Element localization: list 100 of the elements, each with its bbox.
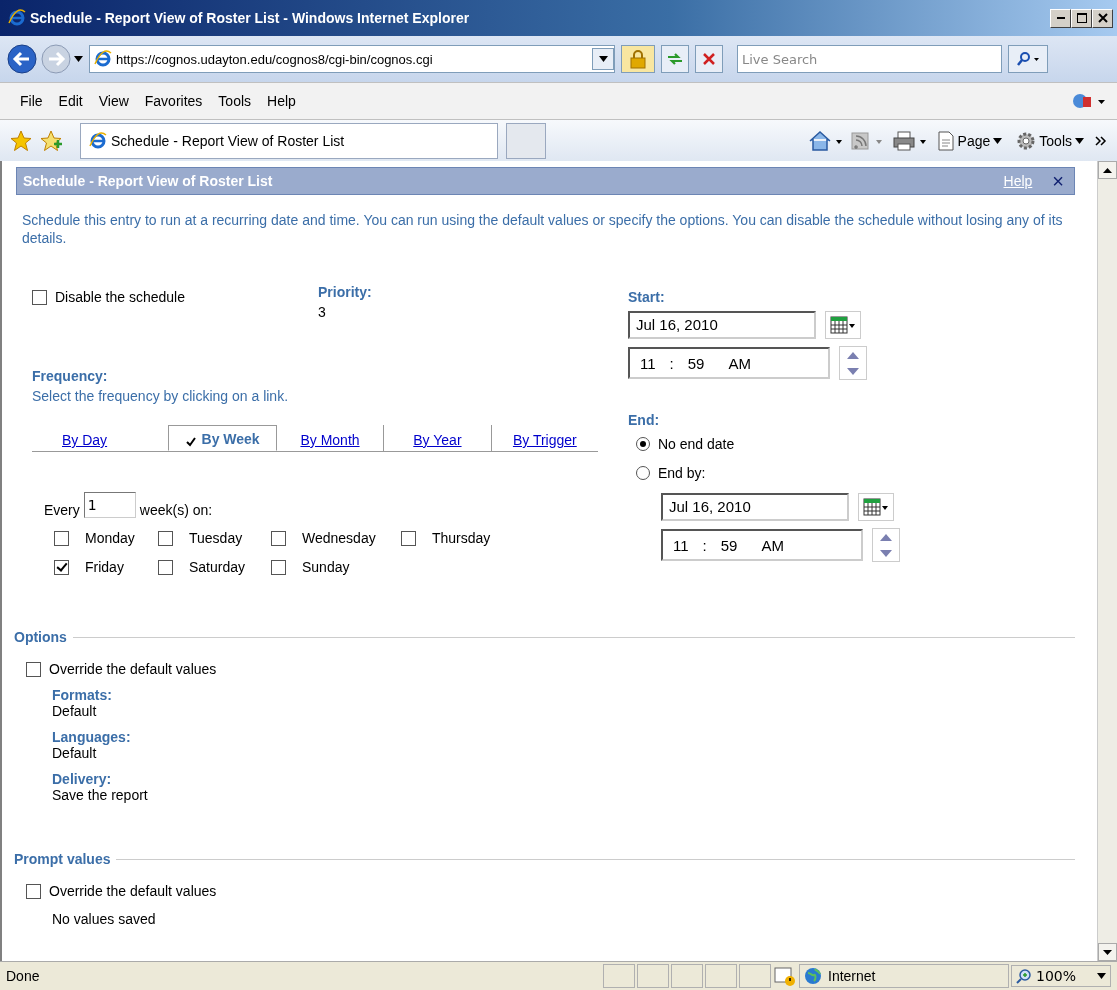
prompt-values-note: No values saved (52, 911, 157, 927)
scroll-up-button[interactable] (1098, 161, 1117, 179)
option-value: Save the report (52, 787, 149, 803)
stop-button[interactable] (695, 45, 723, 73)
favorites-star-icon[interactable] (10, 129, 32, 152)
date-field[interactable]: Jul 16, 2010 (661, 493, 849, 521)
up-triangle-icon (880, 533, 892, 541)
page-menu-button[interactable]: Page (933, 128, 1006, 153)
menu-item[interactable]: Tools (210, 91, 260, 111)
caret-icon (1097, 973, 1106, 979)
security-lock-button[interactable] (621, 45, 655, 73)
checkbox[interactable] (158, 530, 173, 546)
feeds-icon[interactable] (849, 129, 884, 152)
menu-item[interactable]: File (12, 91, 51, 111)
close-button[interactable] (1092, 8, 1113, 28)
frequency-hint: Select the frequency by clicking on a link. (32, 388, 290, 404)
search-button[interactable] (1008, 45, 1048, 73)
checkbox[interactable] (271, 559, 286, 575)
checkbox[interactable] (26, 883, 41, 899)
priority-value: 3 (318, 304, 327, 320)
start-label: Start: (628, 289, 666, 305)
time-field[interactable]: 11 : 59 AM (661, 529, 863, 561)
maximize-button[interactable] (1071, 8, 1092, 28)
address-text: https://cognos.udayton.edu/cognos8/cgi-bin/cognos.cgi (116, 51, 434, 67)
am-pm-value: AM (761, 536, 784, 554)
frequency-label: Frequency: (32, 368, 109, 384)
maximize-icon (1076, 13, 1087, 23)
minute-value: 59 (687, 354, 705, 372)
up-triangle-icon (1103, 167, 1112, 173)
interval-unit-label: week(s) on: (139, 502, 213, 518)
up-triangle-icon (847, 351, 859, 359)
frequency-tab[interactable]: By Year (383, 425, 491, 451)
priority-label: Priority: (318, 284, 372, 300)
frequency-tab[interactable]: By Trigger (490, 425, 599, 451)
minimize-button[interactable] (1050, 8, 1071, 28)
browser-tab[interactable]: Schedule - Report View of Roster List (80, 122, 498, 159)
date-field[interactable]: Jul 16, 2010 (628, 311, 816, 339)
window-title: Schedule - Report View of Roster List - Windows Internet Explorer (30, 10, 471, 26)
chevron-icon[interactable] (1095, 134, 1107, 147)
add-favorite-icon[interactable] (40, 129, 62, 152)
radio-button[interactable] (636, 437, 650, 451)
search-field[interactable]: Live Search (737, 45, 1002, 73)
dropdown-caret-icon[interactable] (74, 56, 83, 62)
tools-menu-button[interactable]: Tools (1013, 128, 1087, 153)
printer-icon[interactable] (891, 129, 926, 152)
frequency-tab[interactable]: By Day (32, 425, 169, 451)
refresh-arrows-icon (666, 51, 684, 67)
radio-label: No end date (658, 436, 735, 452)
hour-value: 11 (673, 536, 689, 554)
checkbox-label: Thursday (432, 530, 491, 546)
address-dropdown-button[interactable] (592, 48, 614, 70)
calendar-button[interactable] (858, 493, 894, 521)
panel-title: Schedule - Report View of Roster List (23, 173, 274, 189)
checkbox-label: Monday (85, 530, 135, 546)
scroll-down-button[interactable] (1098, 943, 1117, 961)
home-icon[interactable] (807, 129, 842, 152)
checkbox[interactable] (54, 559, 69, 575)
refresh-button[interactable] (661, 45, 689, 73)
option-value: Default (52, 745, 98, 761)
calendar-icon (830, 316, 856, 334)
zoom-button[interactable]: 100% (1011, 965, 1111, 987)
checkbox-label: Override the default values (49, 661, 217, 677)
end-label: End: (628, 412, 661, 428)
time-separator: : (669, 354, 674, 372)
checkbox[interactable] (401, 530, 416, 546)
menu-item[interactable]: Edit (50, 91, 91, 111)
ie-page-icon (94, 50, 112, 68)
gear-icon (1016, 130, 1037, 151)
checkbox-label: Saturday (189, 559, 246, 575)
menu-item[interactable]: Favorites (136, 91, 211, 111)
radio-label: End by: (658, 465, 706, 481)
radio-button[interactable] (636, 466, 650, 480)
calendar-icon (863, 498, 889, 516)
checkbox[interactable] (32, 289, 47, 305)
checkbox[interactable] (158, 559, 173, 575)
checkbox[interactable] (271, 530, 286, 546)
menu-item[interactable]: Help (259, 91, 304, 111)
checkbox[interactable] (54, 530, 69, 546)
interval-field[interactable]: 1 (83, 492, 136, 518)
frequency-tab[interactable]: By Month (276, 425, 384, 451)
caret-icon (1075, 137, 1084, 144)
vertical-scrollbar[interactable] (1097, 161, 1117, 961)
am-pm-value: AM (728, 354, 751, 372)
description-text: Schedule this entry to run at a recurring date and time. You can run using the default values or specify the options. You can disable the schedule without losing any of its details. (22, 211, 1064, 247)
time-field[interactable]: 11 : 59 AM (628, 347, 830, 379)
checkbox-label: Friday (85, 559, 124, 575)
zoom-magnifier-icon (1016, 968, 1032, 984)
checkbox[interactable] (26, 661, 41, 677)
ie-logo-icon (8, 9, 26, 27)
checkbox-label: Wednesday (302, 530, 376, 546)
option-label: Delivery: (52, 771, 113, 787)
calendar-button[interactable] (825, 311, 861, 339)
close-button[interactable]: × (1052, 169, 1064, 193)
checkbox-label: Disable the schedule (55, 289, 185, 305)
menu-item[interactable]: View (90, 91, 137, 111)
back-button[interactable] (6, 43, 38, 75)
minute-value: 59 (720, 536, 738, 554)
frequency-tab[interactable]: By Week (168, 425, 277, 451)
status-text: Done (6, 968, 41, 984)
address-field[interactable]: https://cognos.udayton.edu/cognos8/cgi-bin/cognos.cgi (89, 45, 615, 73)
